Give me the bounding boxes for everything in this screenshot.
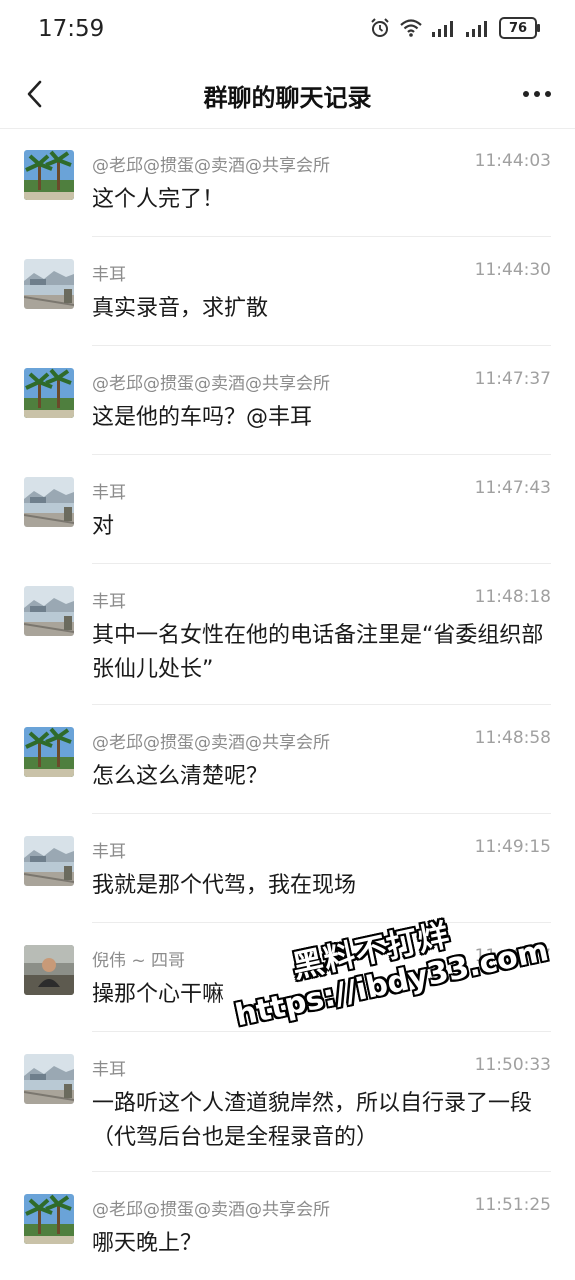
message-time: 11:47:43: [474, 478, 551, 498]
sender-name: @老邱@掼蛋@卖酒@共享会所: [92, 1200, 330, 1220]
message-text: 真实录音，求扩散: [92, 296, 269, 321]
sender-name: 丰耳: [92, 592, 126, 612]
sender-name: 倪伟 ~ 四哥: [92, 951, 186, 971]
status-bar: 17:59 76: [0, 0, 575, 60]
avatar[interactable]: [24, 586, 74, 636]
message-time: 11:51:25: [474, 1195, 551, 1215]
message-time: 11:44:03: [474, 151, 551, 171]
signal-icon-2: [466, 21, 487, 37]
message-item[interactable]: 丰耳 11:49:15 我就是那个代驾，我在现场: [0, 814, 575, 923]
message-item[interactable]: 丰耳 11:50:33 一路听这个人渣道貌岸然，所以自行录了一段（代驾后台也是全程录…: [0, 1032, 575, 1172]
message-text: 怎么这么清楚呢？: [92, 764, 269, 789]
message-item[interactable]: @老邱@掼蛋@卖酒@共享会所 11:48:58 怎么这么清楚呢？: [0, 705, 575, 814]
sender-name: 丰耳: [92, 842, 126, 862]
alarm-icon: [371, 18, 389, 37]
message-time: 11:48:58: [474, 728, 551, 748]
message-text: 对: [92, 514, 115, 539]
avatar[interactable]: [24, 945, 74, 995]
avatar[interactable]: [24, 150, 74, 200]
page-title: 群聊的聊天记录: [203, 84, 372, 112]
signal-icon-1: [432, 21, 453, 37]
sender-name: @老邱@掼蛋@卖酒@共享会所: [92, 733, 330, 753]
avatar[interactable]: [24, 1194, 74, 1244]
message-time: 11:47:37: [474, 369, 551, 389]
message-text: 这个人完了！: [92, 187, 225, 212]
avatar[interactable]: [24, 259, 74, 309]
message-item[interactable]: @老邱@掼蛋@卖酒@共享会所 11:44:03 这个人完了！: [0, 128, 575, 237]
message-time: 11:49:15: [474, 837, 551, 857]
more-icon: [523, 91, 551, 97]
sender-name: 丰耳: [92, 265, 126, 285]
status-time: 17:59: [38, 16, 105, 42]
status-icons: 76: [369, 17, 540, 39]
sender-name: 丰耳: [92, 1060, 126, 1080]
nav-bar: 群聊的聊天记录: [0, 60, 575, 129]
sender-name: 丰耳: [92, 483, 126, 503]
avatar[interactable]: [24, 368, 74, 418]
sender-name: @老邱@掼蛋@卖酒@共享会所: [92, 156, 330, 176]
message-time: 11:44:30: [474, 260, 551, 280]
wifi-icon: [400, 19, 422, 37]
avatar[interactable]: [24, 836, 74, 886]
message-text: 其中一名女性在他的电话备注里是“省委组织部张仙儿处长”: [92, 623, 544, 682]
message-item[interactable]: 丰耳 11:48:18 其中一名女性在他的电话备注里是“省委组织部张仙儿处长”: [0, 564, 575, 705]
message-item[interactable]: 丰耳 11:44:30 真实录音，求扩散: [0, 237, 575, 346]
avatar[interactable]: [24, 477, 74, 527]
message-time: 11:50:33: [474, 1055, 551, 1075]
message-item[interactable]: @老邱@掼蛋@卖酒@共享会所 11:47:37 这是他的车吗？@丰耳: [0, 346, 575, 455]
more-options-button[interactable]: [517, 76, 557, 112]
sender-name: @老邱@掼蛋@卖酒@共享会所: [92, 374, 330, 394]
avatar[interactable]: [24, 1054, 74, 1104]
battery-indicator: 76: [499, 17, 540, 39]
message-time: 11:48:18: [474, 587, 551, 607]
message-item[interactable]: 丰耳 11:47:43 对: [0, 455, 575, 564]
avatar[interactable]: [24, 727, 74, 777]
message-text: 这是他的车吗？@丰耳: [92, 405, 313, 430]
message-item[interactable]: @老邱@掼蛋@卖酒@共享会所 11:51:25 哪天晚上？: [0, 1172, 575, 1280]
message-text: 一路听这个人渣道貌岸然，所以自行录了一段（代驾后台也是全程录音的）: [92, 1091, 533, 1150]
message-text: 哪天晚上？: [92, 1231, 203, 1256]
message-text: 我就是那个代驾，我在现场: [92, 873, 357, 898]
